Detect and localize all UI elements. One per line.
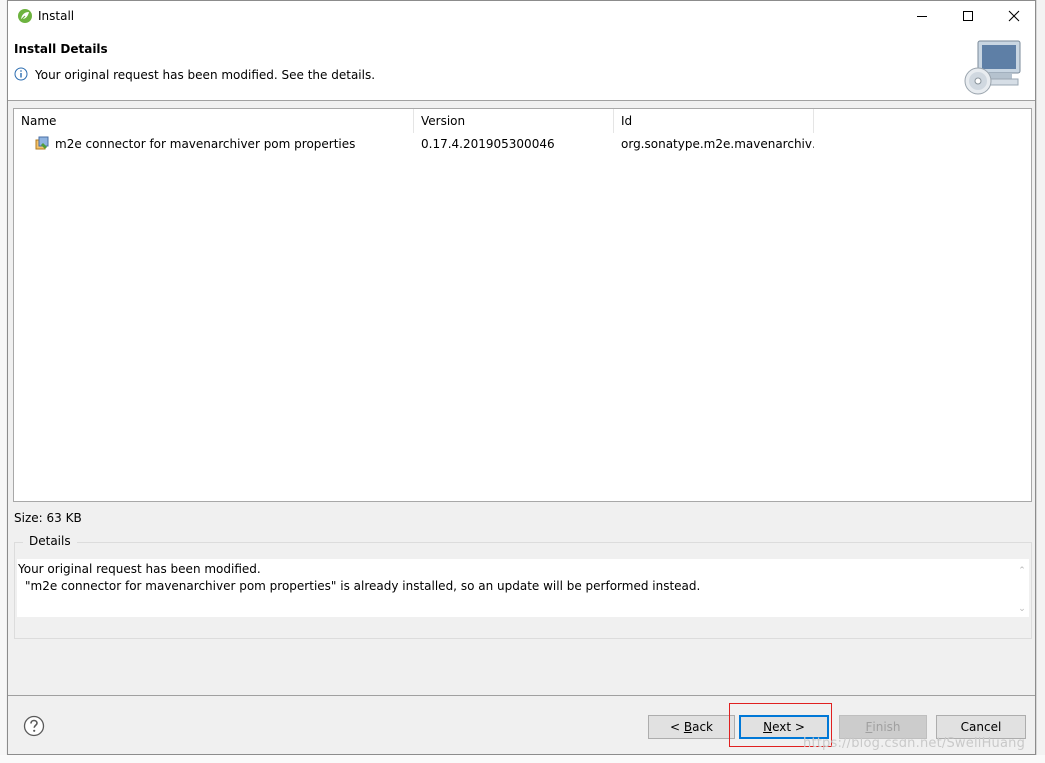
minimize-button[interactable] bbox=[899, 1, 945, 31]
wizard-body: Name Version Id m2e connector for mavena… bbox=[8, 101, 1035, 695]
background-right-strip bbox=[1036, 0, 1045, 763]
details-group: Details Your original request has been m… bbox=[14, 534, 1032, 639]
back-rest: ack bbox=[692, 720, 713, 734]
close-icon bbox=[1008, 10, 1020, 22]
plugin-feature-icon bbox=[35, 136, 49, 150]
size-label: Size: 63 KB bbox=[14, 511, 82, 525]
cell-version: 0.17.4.201905300046 bbox=[421, 137, 555, 151]
next-mnemonic: N bbox=[763, 720, 773, 734]
column-header-name[interactable]: Name bbox=[14, 109, 414, 133]
background-bottom-strip bbox=[0, 755, 1045, 763]
row-name-text: m2e connector for mavenarchiver pom prop… bbox=[55, 137, 356, 151]
back-mnemonic: B bbox=[683, 720, 693, 734]
details-legend: Details bbox=[23, 534, 77, 548]
cell-name: m2e connector for mavenarchiver pom prop… bbox=[14, 134, 414, 154]
window-title: Install bbox=[38, 9, 75, 23]
back-prefix: < bbox=[669, 720, 684, 734]
background-left-strip bbox=[0, 0, 6, 763]
cell-id: org.sonatype.m2e.mavenarchiv… bbox=[621, 137, 814, 151]
watermark-text: https://blog.csdn.net/SwellHuang bbox=[803, 736, 1026, 751]
details-line-2: "m2e connector for mavenarchiver pom pro… bbox=[25, 579, 701, 593]
column-header-version[interactable]: Version bbox=[414, 109, 614, 133]
info-icon bbox=[14, 67, 28, 81]
table-header: Name Version Id bbox=[14, 109, 1031, 133]
details-line-1: Your original request has been modified. bbox=[18, 562, 261, 576]
spring-leaf-icon bbox=[18, 9, 32, 23]
install-dialog: Install Install Details Your original re… bbox=[7, 0, 1036, 755]
close-button[interactable] bbox=[991, 1, 1037, 31]
page-title: Install Details bbox=[14, 42, 108, 56]
wizard-header: Install Details Your original request ha… bbox=[8, 31, 1035, 101]
table-row[interactable]: m2e connector for mavenarchiver pom prop… bbox=[14, 134, 1031, 154]
details-textarea[interactable]: Your original request has been modified.… bbox=[17, 559, 1029, 617]
title-bar: Install bbox=[8, 1, 1035, 31]
column-header-id[interactable]: Id bbox=[614, 109, 814, 133]
maximize-button[interactable] bbox=[945, 1, 991, 31]
back-button[interactable]: < Back bbox=[648, 715, 735, 739]
finish-rest: inish bbox=[872, 720, 901, 734]
computer-cd-icon bbox=[964, 40, 1021, 95]
scroll-up-icon[interactable]: ⌃ bbox=[1017, 563, 1027, 576]
scroll-down-icon[interactable]: ⌄ bbox=[1017, 601, 1027, 614]
next-rest: ext > bbox=[772, 720, 805, 734]
maximize-icon bbox=[963, 11, 973, 21]
minimize-icon bbox=[917, 16, 927, 17]
install-items-table: Name Version Id m2e connector for mavena… bbox=[13, 108, 1032, 502]
help-icon[interactable] bbox=[23, 715, 45, 737]
info-message: Your original request has been modified.… bbox=[35, 68, 376, 82]
finish-mnemonic: F bbox=[865, 720, 873, 734]
